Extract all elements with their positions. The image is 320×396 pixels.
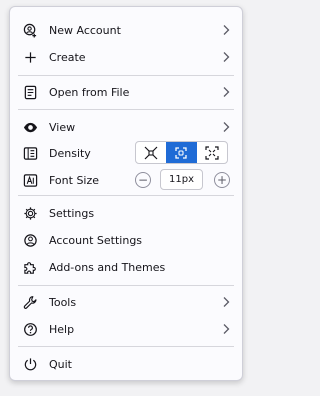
chevron-right-icon xyxy=(223,25,230,35)
puzzle-icon xyxy=(22,259,38,275)
power-icon xyxy=(22,356,38,372)
addons-themes-label: Add-ons and Themes xyxy=(49,260,166,274)
menu-item-account-settings[interactable]: Account Settings xyxy=(10,227,242,253)
chevron-right-icon xyxy=(223,297,230,307)
density-selector xyxy=(135,141,228,164)
density-label: Density xyxy=(49,146,91,160)
help-icon xyxy=(22,321,38,337)
font-size-decrease-button[interactable]: − xyxy=(135,172,151,188)
menu-item-create[interactable]: Create xyxy=(10,44,242,70)
density-compact-button[interactable] xyxy=(136,142,166,163)
menu-separator xyxy=(18,346,234,347)
plus-icon xyxy=(22,49,38,65)
density-icon xyxy=(22,145,38,161)
chevron-right-icon xyxy=(223,122,230,132)
help-label: Help xyxy=(49,322,75,336)
font-size-increase-button[interactable]: + xyxy=(214,172,230,188)
font-size-control: − 11px + xyxy=(133,169,231,191)
settings-label: Settings xyxy=(49,206,95,220)
font-size-icon xyxy=(22,172,38,188)
chevron-right-icon xyxy=(223,87,230,97)
menu-item-addons-themes[interactable]: Add-ons and Themes xyxy=(10,254,242,280)
density-compact-icon xyxy=(144,146,158,159)
quit-label: Quit xyxy=(49,357,72,371)
density-normal-button[interactable] xyxy=(166,142,197,163)
font-size-label: Font Size xyxy=(49,173,100,187)
gear-icon xyxy=(22,205,38,221)
tools-label: Tools xyxy=(49,295,77,309)
app-menu-panel: New Account Create Open from File View D… xyxy=(9,6,243,381)
menu-item-density: Density xyxy=(10,140,242,166)
font-size-value: 11px xyxy=(160,169,203,190)
new-account-label: New Account xyxy=(49,23,121,37)
menu-separator xyxy=(18,75,234,76)
menu-item-font-size: Font Size − 11px + xyxy=(10,167,242,193)
menu-item-settings[interactable]: Settings xyxy=(10,200,242,226)
create-label: Create xyxy=(49,50,86,64)
density-touch-icon xyxy=(205,145,219,160)
eye-icon xyxy=(22,119,38,135)
account-settings-icon xyxy=(22,232,38,248)
new-account-icon xyxy=(22,22,38,38)
menu-item-quit[interactable]: Quit xyxy=(10,351,242,377)
menu-item-open-from-file[interactable]: Open from File xyxy=(10,79,242,105)
density-normal-icon xyxy=(175,146,188,159)
chevron-right-icon xyxy=(223,324,230,334)
density-touch-button[interactable] xyxy=(197,142,227,163)
menu-item-new-account[interactable]: New Account xyxy=(10,17,242,43)
menu-separator xyxy=(18,109,234,110)
wrench-icon xyxy=(22,294,38,310)
open-file-icon xyxy=(22,84,38,100)
chevron-right-icon xyxy=(223,52,230,62)
open-from-file-label: Open from File xyxy=(49,85,130,99)
view-label: View xyxy=(49,120,76,134)
menu-item-help[interactable]: Help xyxy=(10,316,242,342)
menu-item-view[interactable]: View xyxy=(10,114,242,140)
menu-separator xyxy=(18,195,234,196)
menu-separator xyxy=(18,285,234,286)
menu-item-tools[interactable]: Tools xyxy=(10,289,242,315)
account-settings-label: Account Settings xyxy=(49,233,143,247)
